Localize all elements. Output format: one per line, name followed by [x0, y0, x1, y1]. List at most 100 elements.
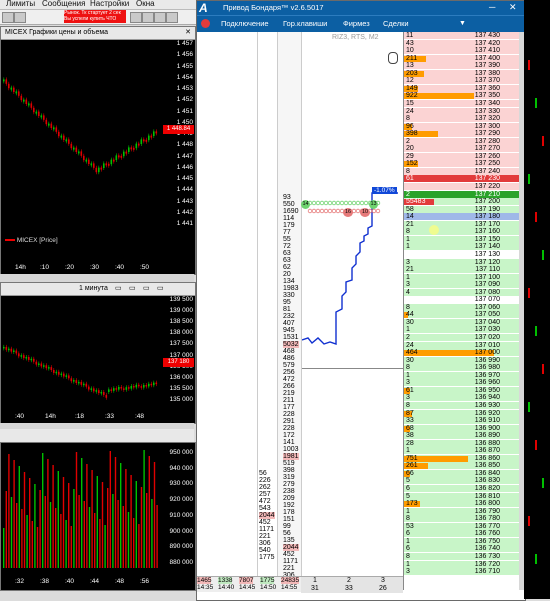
orderbook-row[interactable]: 24 137 010	[404, 341, 520, 349]
candlestick-chart[interactable]	[1, 296, 161, 412]
chart-type-icon[interactable]: ▭	[129, 283, 136, 295]
orderbook-row[interactable]: 1 137 030	[404, 326, 520, 334]
orderbook-row[interactable]: 137 130	[404, 250, 520, 258]
orderbook-row[interactable]: 149 137 360	[404, 84, 520, 92]
orderbook-row[interactable]: 1 136 750	[404, 537, 520, 545]
chevron-down-icon[interactable]: ▼	[459, 16, 466, 32]
orderbook-row[interactable]: 21 137 170	[404, 220, 520, 228]
splitter[interactable]	[0, 274, 194, 282]
orderbook-row[interactable]: 8 137 320	[404, 115, 520, 123]
orderbook-row[interactable]: 1 137 150	[404, 235, 520, 243]
menu-limits[interactable]: Лимиты	[6, 0, 35, 8]
level-bubble[interactable]: 14	[301, 200, 310, 209]
orderbook-row[interactable]: 261 136 850	[404, 462, 520, 470]
toolbar-button[interactable]	[166, 12, 178, 23]
orderbook-row[interactable]: 20 137 270	[404, 145, 520, 153]
orderbook-row[interactable]: 211 137 400	[404, 54, 520, 62]
orderbook-row[interactable]: 2 137 280	[404, 137, 520, 145]
orderbook-row[interactable]: 15 137 340	[404, 99, 520, 107]
level-bubble[interactable]: 10	[360, 208, 370, 217]
menu-hotkeys[interactable]: Гор.клавиши	[283, 16, 327, 32]
orderbook-row[interactable]: 922 137 350	[404, 92, 520, 100]
orderbook-row[interactable]: 30 137 040	[404, 318, 520, 326]
orderbook-row[interactable]: 4 137 080	[404, 288, 520, 296]
toolbar-button[interactable]	[130, 12, 142, 23]
orderbook-row[interactable]: 1 136 790	[404, 507, 520, 515]
tab-3[interactable]: 3	[381, 577, 385, 584]
orderbook-row[interactable]: 68 136 900	[404, 424, 520, 432]
orderbook-row[interactable]: 33 136 910	[404, 417, 520, 425]
close-icon[interactable]: ✕	[509, 0, 517, 14]
orderbook-row[interactable]: 1 136 720	[404, 560, 520, 568]
chart-type-icon[interactable]: ▭	[115, 283, 122, 295]
chart-type-icon[interactable]: ▭	[143, 283, 150, 295]
orderbook-row[interactable]: 137 220	[404, 183, 520, 190]
orderbook-row[interactable]: 3 136 710	[404, 568, 520, 576]
orderbook-row[interactable]: 38 136 890	[404, 432, 520, 440]
menu-messages[interactable]: Сообщения	[42, 0, 85, 8]
menu-connection[interactable]: Подключение	[221, 16, 269, 32]
orderbook-row[interactable]: 61 136 950	[404, 386, 520, 394]
level-bubble[interactable]: 13	[369, 200, 378, 209]
orderbook-row[interactable]: 13 137 390	[404, 62, 520, 70]
menu-windows[interactable]: Окна	[136, 0, 155, 8]
orderbook-row[interactable]: 152 137 250	[404, 160, 520, 168]
orderbook-row[interactable]: 66 136 840	[404, 469, 520, 477]
orderbook-row[interactable]: 2 137 210	[404, 190, 520, 198]
menu-settings[interactable]: Настройки	[90, 0, 129, 8]
orderbook-row[interactable]: 43 137 420	[404, 39, 520, 47]
orderbook-row[interactable]: 55483 137 200	[404, 198, 520, 206]
toolbar-button[interactable]	[154, 12, 166, 23]
orderbook-row[interactable]: 6 136 760	[404, 530, 520, 538]
orderbook-row[interactable]: 8 137 060	[404, 303, 520, 311]
orderbook-row[interactable]: 53 136 770	[404, 522, 520, 530]
tab-1[interactable]: 1	[313, 577, 317, 584]
orderbook-row[interactable]: 137 070	[404, 296, 520, 304]
orderbook-row[interactable]: 14 137 180	[404, 213, 520, 221]
orderbook-row[interactable]: 6 136 740	[404, 545, 520, 553]
orderbook-row[interactable]: 21 137 110	[404, 266, 520, 274]
orderbook-row[interactable]: 29 137 260	[404, 152, 520, 160]
orderbook-row[interactable]: 5 136 830	[404, 477, 520, 485]
orderbook-row[interactable]: 8 137 240	[404, 167, 520, 175]
toolbar-button[interactable]	[142, 12, 154, 23]
orderbook-row[interactable]: 12 137 370	[404, 77, 520, 85]
orderbook-row[interactable]: 96 137 300	[404, 122, 520, 130]
toolbar-button[interactable]	[14, 12, 26, 23]
orderbook-row[interactable]: 24 137 330	[404, 107, 520, 115]
orderbook-row[interactable]: 3 136 960	[404, 379, 520, 387]
menu-firms[interactable]: Фирмез	[343, 16, 370, 32]
orderbook-row[interactable]: 751 136 860	[404, 454, 520, 462]
close-icon[interactable]: ✕	[185, 27, 191, 39]
toolbar-button[interactable]	[2, 12, 14, 23]
orderbook-row[interactable]: 10 137 410	[404, 47, 520, 55]
minimize-icon[interactable]: ─	[489, 0, 495, 14]
connection-status-icon[interactable]	[201, 19, 210, 28]
orderbook-row[interactable]: 3 137 120	[404, 258, 520, 266]
orderbook-row[interactable]: 1 136 870	[404, 447, 520, 455]
orderbook-row[interactable]: 398 137 290	[404, 130, 520, 138]
orderbook-row[interactable]: 1 136 970	[404, 371, 520, 379]
orderbook-row[interactable]: 203 137 380	[404, 69, 520, 77]
orderbook-row[interactable]: 1 137 140	[404, 243, 520, 251]
volume-histogram[interactable]	[1, 443, 163, 578]
orderbook-row[interactable]: 87 136 920	[404, 409, 520, 417]
chart-type-icon[interactable]: ▭	[157, 283, 164, 295]
orderbook-row[interactable]: 61 137 230	[404, 175, 520, 183]
orderbook-row[interactable]: 1 137 100	[404, 273, 520, 281]
level-bubble[interactable]: 16	[343, 208, 353, 217]
tab-2[interactable]: 2	[347, 577, 351, 584]
orderbook-row[interactable]: 8 137 160	[404, 228, 520, 236]
orderbook-row[interactable]: 30 136 990	[404, 356, 520, 364]
orderbook-row[interactable]: 8 136 730	[404, 552, 520, 560]
orderbook-row[interactable]: 3 137 090	[404, 281, 520, 289]
orderbook-row[interactable]: 2 137 020	[404, 334, 520, 341]
tick-chart-area[interactable]: RIZ3, RTS, M2 -1.07%	[301, 32, 404, 590]
orderbook-row[interactable]: 28 136 880	[404, 439, 520, 447]
orderbook-row[interactable]: 3 136 940	[404, 394, 520, 402]
orderbook-row[interactable]: 6 136 820	[404, 485, 520, 492]
order-book[interactable]: 11 137 430 43 137 420 10 137 410 211 137 400 13 1…	[403, 32, 520, 590]
orderbook-row[interactable]: 58 137 190	[404, 205, 520, 213]
alert-banner[interactable]: Рынок. Тк стартует 2 сек Вы успели купит…	[64, 10, 126, 23]
candlestick-chart[interactable]	[1, 40, 161, 245]
